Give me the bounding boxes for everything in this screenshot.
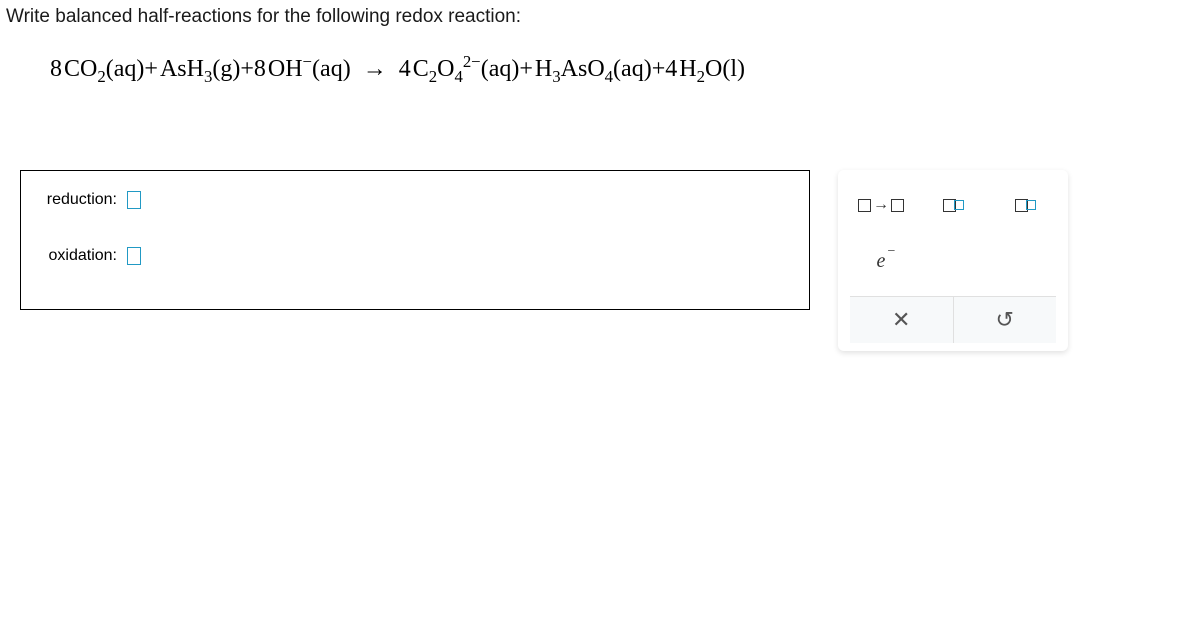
undo-icon: ↺ xyxy=(996,307,1014,333)
reduction-input[interactable] xyxy=(127,191,141,209)
redox-equation: 8 CO2(aq)+ AsH3(g)+8 OH−(aq) → 4 C2O42−(… xyxy=(0,28,1200,87)
formula-toolbox: → e− ✕ ↺ xyxy=(838,170,1068,351)
question-prompt: Write balanced half-reactions for the fo… xyxy=(0,0,1200,28)
electron-button[interactable]: e− xyxy=(850,240,912,282)
reduction-label: reduction: xyxy=(39,191,117,209)
clear-button[interactable]: ✕ xyxy=(850,297,954,343)
yields-arrow-button[interactable]: → xyxy=(850,184,912,226)
reset-button[interactable]: ↺ xyxy=(954,297,1057,343)
superscript-button[interactable] xyxy=(994,184,1056,226)
oxidation-row: oxidation: xyxy=(39,247,791,265)
reduction-row: reduction: xyxy=(39,191,791,209)
oxidation-label: oxidation: xyxy=(39,247,117,265)
close-icon: ✕ xyxy=(892,307,910,333)
oxidation-input[interactable] xyxy=(127,247,141,265)
subscript-button[interactable] xyxy=(922,184,984,226)
answer-container: reduction: oxidation: xyxy=(20,170,810,310)
